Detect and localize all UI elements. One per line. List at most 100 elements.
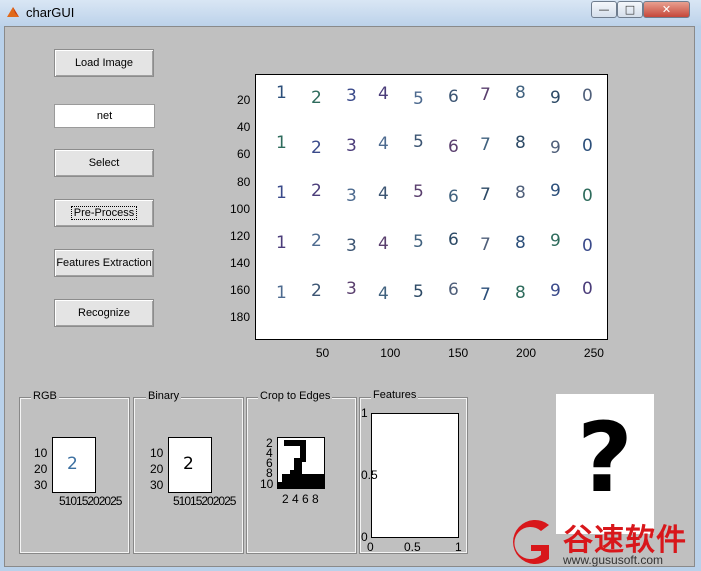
handwritten-digit: 0 — [582, 186, 593, 206]
handwritten-digit: 6 — [448, 230, 459, 250]
preprocess-label: Pre-Process — [70, 206, 138, 220]
result-question-mark: ? — [577, 402, 633, 514]
crop-ytick: 10 — [260, 477, 274, 491]
crop-xticks: 2 4 6 8 — [282, 492, 319, 506]
handwritten-digit: 8 — [515, 283, 526, 303]
handwritten-digit: 7 — [480, 135, 491, 155]
main-xtick: 150 — [448, 346, 469, 360]
handwritten-digit: 9 — [550, 281, 561, 301]
main-ytick: 100 — [230, 201, 251, 216]
handwritten-digit: 7 — [480, 185, 491, 205]
handwritten-digit: 7 — [480, 285, 491, 305]
binary-digit-glyph: 2 — [183, 454, 194, 474]
handwritten-digit: 5 — [413, 282, 424, 302]
window-title: charGUI — [26, 5, 75, 20]
handwritten-digit: 1 — [276, 133, 287, 153]
image-axes[interactable]: 1 2 3 4 5 6 7 8 9 0 1 2 3 4 5 6 7 8 9 0 1 2 3 4 5 6 7 8 9 0 1 2 3 4 5 6 7 8 9 0… — [255, 74, 608, 340]
handwritten-digit: 6 — [448, 87, 459, 107]
handwritten-digit: 4 — [378, 184, 389, 204]
handwritten-digit: 0 — [582, 86, 593, 106]
binary-xticks: 51015202025 — [173, 494, 236, 508]
handwritten-digit: 1 — [276, 183, 287, 203]
binary-axes[interactable]: 2 — [168, 437, 212, 493]
main-xtick: 250 — [583, 346, 604, 360]
handwritten-digit: 2 — [311, 181, 322, 201]
handwritten-digit: 3 — [346, 236, 357, 256]
preprocess-button[interactable]: Pre-Process — [54, 199, 154, 227]
handwritten-digit: 9 — [550, 88, 561, 108]
features-xtick: 1 — [455, 540, 462, 554]
handwritten-digit: 1 — [276, 283, 287, 303]
handwritten-digit: 1 — [276, 233, 287, 253]
handwritten-digit: 2 — [311, 231, 322, 251]
handwritten-digit: 2 — [311, 88, 322, 108]
features-panel-label: Features — [371, 389, 419, 401]
recognize-button[interactable]: Recognize — [54, 299, 154, 327]
rgb-panel-label: RGB — [31, 390, 59, 402]
features-ytick: 1 — [361, 406, 368, 420]
select-label: Select — [88, 157, 120, 169]
select-button[interactable]: Select — [54, 149, 154, 177]
features-ytick: 0.5 — [361, 468, 378, 482]
recognize-label: Recognize — [78, 307, 130, 319]
handwritten-digit: 9 — [550, 138, 561, 158]
rgb-ytick: 30 — [34, 478, 48, 492]
rgb-ytick: 10 — [34, 446, 48, 460]
handwritten-digit: 8 — [515, 83, 526, 103]
rgb-ytick: 20 — [34, 462, 48, 476]
features-axes[interactable] — [371, 413, 459, 538]
maximize-icon: □ — [624, 3, 636, 16]
minimize-button[interactable]: — — [591, 1, 617, 18]
net-input-value: net — [96, 110, 113, 122]
rgb-xticks: 51015202025 — [59, 494, 122, 508]
main-ytick: 40 — [237, 120, 251, 135]
rgb-axes[interactable]: 2 — [52, 437, 96, 493]
handwritten-digit: 4 — [378, 284, 389, 304]
handwritten-digit: 7 — [480, 235, 491, 255]
binary-panel-label: Binary — [146, 390, 182, 402]
load-image-button[interactable]: Load Image — [54, 49, 154, 77]
handwritten-digit: 9 — [550, 231, 561, 251]
main-xtick: 100 — [380, 346, 401, 360]
handwritten-digit: 4 — [378, 234, 389, 254]
main-ytick: 20 — [237, 93, 251, 108]
close-icon: ✕ — [661, 3, 672, 16]
main-xtick: 50 — [315, 346, 330, 360]
handwritten-digit: 6 — [448, 137, 459, 157]
main-ytick: 160 — [230, 283, 251, 298]
handwritten-digit: 0 — [582, 279, 593, 299]
handwritten-digit: 5 — [413, 132, 424, 152]
binary-ytick: 10 — [150, 446, 164, 460]
load-image-label: Load Image — [74, 57, 134, 69]
handwritten-digit: 3 — [346, 279, 357, 299]
handwritten-digit: 6 — [448, 280, 459, 300]
net-input[interactable]: net — [54, 104, 155, 128]
main-ytick: 120 — [230, 228, 251, 243]
close-button[interactable]: ✕ — [643, 1, 690, 18]
features-extraction-button[interactable]: Features Extraction — [54, 249, 154, 277]
watermark-url: www.gususoft.com — [563, 553, 664, 567]
handwritten-digit: 1 — [276, 83, 287, 103]
features-xtick: 0.5 — [404, 540, 421, 554]
maximize-button[interactable]: □ — [617, 1, 643, 18]
handwritten-digit: 7 — [480, 85, 491, 105]
title-bar: charGUI — □ ✕ — [0, 0, 701, 26]
handwritten-digit: 4 — [378, 134, 389, 154]
handwritten-digit: 3 — [346, 186, 357, 206]
handwritten-digit: 2 — [311, 281, 322, 301]
features-extraction-label: Features Extraction — [56, 257, 152, 269]
minimize-icon: — — [598, 3, 610, 16]
handwritten-digit: 5 — [413, 232, 424, 252]
handwritten-digit: 2 — [311, 138, 322, 158]
handwritten-digit: 5 — [413, 89, 424, 109]
handwritten-digit: 8 — [515, 233, 526, 253]
handwritten-digit: 3 — [346, 86, 357, 106]
handwritten-digit: 0 — [582, 236, 593, 256]
rgb-digit-glyph: 2 — [67, 454, 78, 474]
cropped-binary-glyph — [278, 438, 324, 488]
handwritten-digit: 6 — [448, 187, 459, 207]
main-ytick: 140 — [230, 256, 251, 270]
crop-axes[interactable] — [277, 437, 325, 489]
handwritten-digit: 9 — [550, 181, 561, 201]
watermark-logo — [513, 520, 549, 564]
